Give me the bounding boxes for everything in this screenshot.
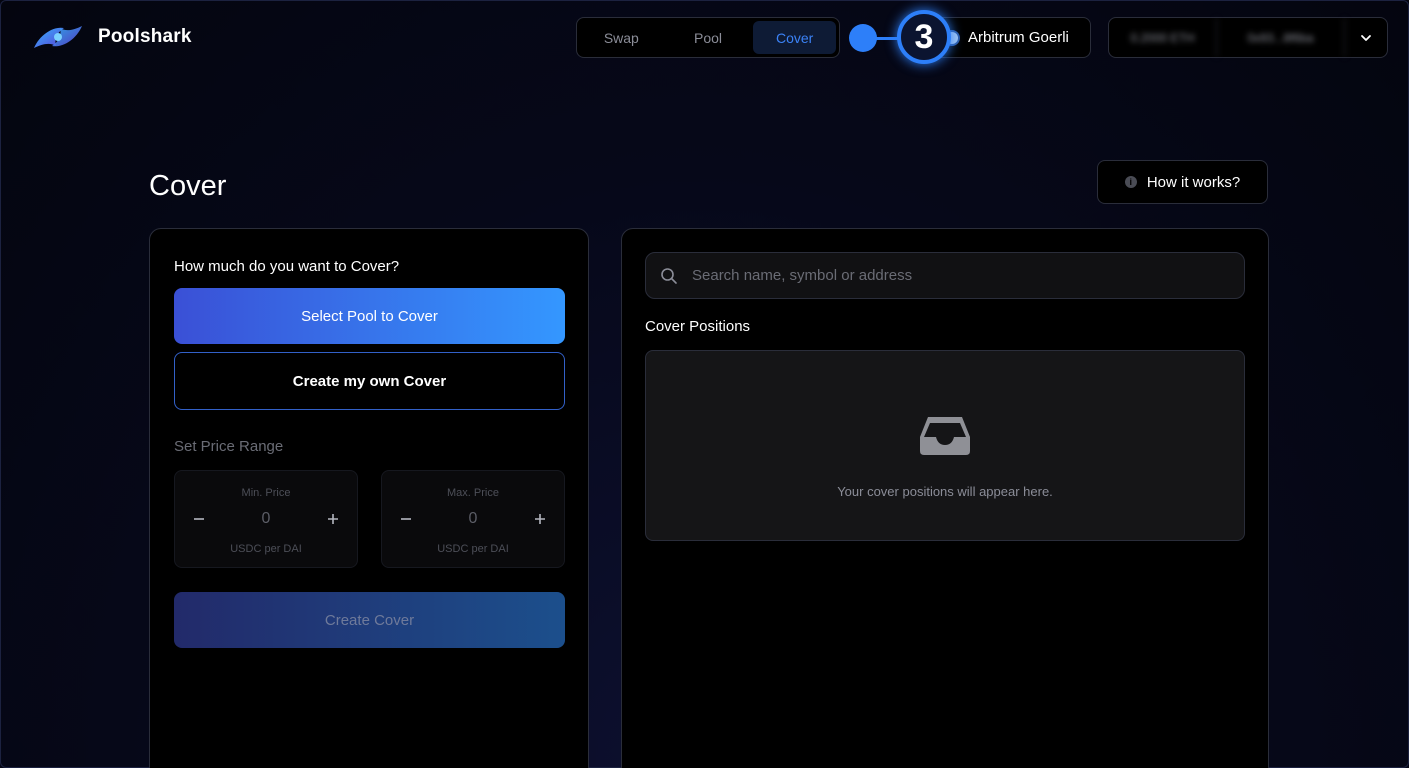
poolshark-logo[interactable]: Poolshark [28, 12, 192, 62]
plus-icon [535, 514, 545, 524]
select-pool-button[interactable]: Select Pool to Cover [174, 288, 565, 344]
max-price-stepper: Max. Price 0 USDC per DAI [381, 470, 565, 568]
app-name: Poolshark [98, 26, 192, 47]
max-price-input[interactable]: 0 [469, 510, 478, 528]
max-price-unit: USDC per DAI [437, 543, 509, 555]
max-price-label: Max. Price [447, 487, 499, 499]
network-label: Arbitrum Goerli [968, 29, 1069, 46]
how-it-works-button[interactable]: i How it works? [1097, 160, 1268, 204]
shark-logo-icon [34, 26, 82, 48]
min-price-decrement-button[interactable] [189, 509, 209, 529]
info-icon: i [1124, 176, 1137, 188]
price-range-label: Set Price Range [174, 438, 284, 455]
how-it-works-label: How it works? [1146, 173, 1241, 191]
empty-positions-state: Your cover positions will appear here. [645, 350, 1245, 541]
min-price-increment-button[interactable] [323, 509, 343, 529]
cover-positions-panel: Cover Positions Your cover positions wil… [621, 228, 1269, 768]
main-nav-tabs: Swap Pool Cover [576, 17, 840, 58]
max-price-decrement-button[interactable] [396, 509, 416, 529]
min-price-label: Min. Price [241, 487, 291, 499]
search-icon [661, 267, 677, 284]
min-price-input[interactable]: 0 [262, 510, 271, 528]
cover-form-panel: How much do you want to Cover? Select Po… [149, 228, 589, 768]
max-price-increment-button[interactable] [530, 509, 550, 529]
chevron-down-icon [1361, 34, 1371, 41]
create-cover-button[interactable]: Create Cover [174, 592, 565, 648]
tab-pool[interactable]: Pool [667, 21, 750, 54]
inbox-icon [920, 417, 970, 455]
page-title: Cover [149, 170, 227, 202]
search-input[interactable] [692, 267, 1232, 284]
wallet-menu-button[interactable] [1345, 18, 1387, 57]
cover-amount-question: How much do you want to Cover? [174, 258, 400, 275]
plus-icon [328, 514, 338, 524]
wallet-balance: 0.2000 ETH [1109, 18, 1217, 57]
wallet-address: 0x93...8f6ba [1217, 18, 1345, 57]
search-box [645, 252, 1245, 299]
create-own-cover-button[interactable]: Create my own Cover [174, 352, 565, 410]
tab-cover[interactable]: Cover [753, 21, 837, 54]
min-price-stepper: Min. Price 0 USDC per DAI [174, 470, 358, 568]
tutorial-step-badge: 3 [897, 10, 951, 64]
minus-icon [194, 518, 204, 520]
min-price-unit: USDC per DAI [230, 543, 302, 555]
empty-positions-text: Your cover positions will appear here. [837, 484, 1053, 499]
cover-positions-heading: Cover Positions [645, 318, 751, 335]
tab-swap[interactable]: Swap [580, 21, 663, 54]
wallet-widget[interactable]: 0.2000 ETH 0x93...8f6ba [1108, 17, 1388, 58]
minus-icon [401, 518, 411, 520]
network-selector[interactable]: Arbitrum Goerli [935, 17, 1091, 58]
